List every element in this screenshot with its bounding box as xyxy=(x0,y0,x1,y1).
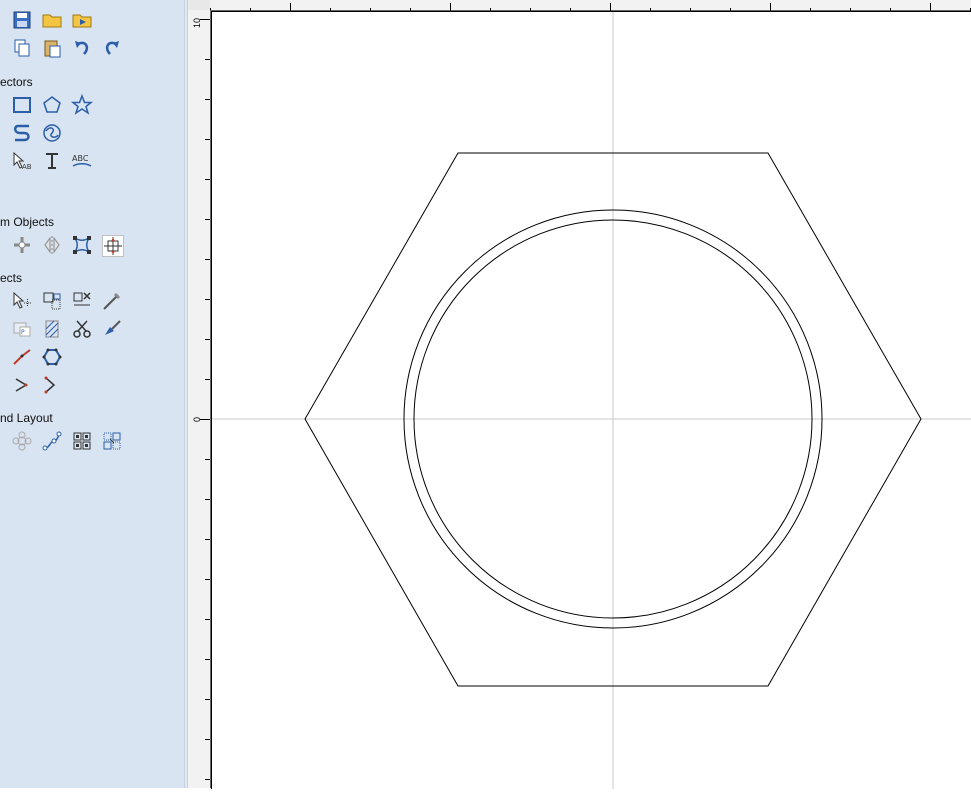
grid-icon[interactable] xyxy=(72,431,92,451)
path-icon[interactable] xyxy=(42,431,62,451)
save-icon[interactable] xyxy=(12,10,32,30)
scissors-icon[interactable] xyxy=(72,319,92,339)
delete-object-icon[interactable] xyxy=(72,291,92,311)
section-title-transform-objects: m Objects xyxy=(0,215,55,229)
ellipse-icon[interactable] xyxy=(0,95,2,115)
edit-objects-row-3 xyxy=(0,347,62,367)
star-icon[interactable] xyxy=(70,93,94,115)
curve-a-icon[interactable] xyxy=(0,375,2,395)
transform-a-icon[interactable] xyxy=(0,235,2,255)
toolbox-panel: ectors AB ABC m Objects ects P nd Layout xyxy=(0,0,184,788)
redo-icon[interactable] xyxy=(102,38,122,58)
section-title-vectors: ectors xyxy=(0,75,33,89)
triangle-icon[interactable] xyxy=(0,123,2,143)
node-edit-icon[interactable] xyxy=(0,151,2,171)
matrix-icon[interactable] xyxy=(102,431,122,451)
edit-objects-row-1 xyxy=(0,291,122,311)
trim-icon[interactable]: P xyxy=(12,319,32,339)
vertical-ruler: 10 0 xyxy=(188,10,211,788)
array-icon[interactable] xyxy=(0,431,2,451)
open-folder-icon[interactable] xyxy=(42,10,62,30)
drawing-area[interactable] xyxy=(212,12,971,789)
edit-objects-row-4 xyxy=(0,375,62,395)
cut-icon[interactable] xyxy=(0,38,2,58)
mirror-icon[interactable] xyxy=(42,235,62,255)
align-center-icon[interactable] xyxy=(102,235,124,257)
transform-objects-row xyxy=(0,235,124,257)
section-title-edit-objects: ects xyxy=(0,271,23,285)
create-vectors-row-1 xyxy=(0,93,94,115)
add-icon[interactable] xyxy=(0,291,2,311)
curve-b-icon[interactable] xyxy=(12,375,32,395)
import-icon[interactable] xyxy=(72,10,92,30)
select-nodes-icon[interactable] xyxy=(12,291,32,311)
rectangle-icon[interactable] xyxy=(12,95,32,115)
vertical-ruler-label-0: 0 xyxy=(192,416,202,422)
weld-icon[interactable] xyxy=(0,319,2,339)
drawing-canvas[interactable] xyxy=(211,11,971,789)
move-icon[interactable] xyxy=(12,235,32,255)
edit-toolbar xyxy=(0,38,122,58)
svg-text:ABC: ABC xyxy=(72,154,89,163)
group-icon[interactable] xyxy=(42,291,62,311)
hatch-icon[interactable] xyxy=(42,319,62,339)
svg-text:AB: AB xyxy=(22,163,32,171)
distort-icon[interactable] xyxy=(72,235,92,255)
undo-icon[interactable] xyxy=(72,38,92,58)
edit-objects-row-2: P xyxy=(0,319,122,339)
nest-icon[interactable] xyxy=(12,431,32,451)
pen-icon[interactable] xyxy=(0,347,2,367)
section-title-nesting-layout: nd Layout xyxy=(0,411,53,425)
open-icon[interactable] xyxy=(0,10,2,30)
select-text-icon[interactable]: AB xyxy=(12,151,32,171)
spiral-icon[interactable] xyxy=(42,123,62,143)
curve-c-icon[interactable] xyxy=(42,375,62,395)
vertical-ruler-label-10: 10 xyxy=(192,17,202,28)
polyline-icon[interactable] xyxy=(42,347,62,367)
copy-icon[interactable] xyxy=(12,38,32,58)
text-tool-icon[interactable] xyxy=(42,151,62,171)
ruler-corner xyxy=(188,0,210,10)
text-on-curve-icon[interactable]: ABC xyxy=(72,151,92,171)
paste-icon[interactable] xyxy=(42,38,62,58)
polygon-icon[interactable] xyxy=(42,95,62,115)
horizontal-ruler xyxy=(188,0,971,13)
extra-icon[interactable] xyxy=(0,179,2,199)
create-vectors-row-3: AB ABC xyxy=(0,151,92,171)
spline-icon[interactable] xyxy=(12,123,32,143)
line-edit-icon[interactable] xyxy=(12,347,32,367)
brush-icon[interactable] xyxy=(102,319,122,339)
measure-icon[interactable] xyxy=(102,291,122,311)
layout-row xyxy=(0,431,122,451)
create-vectors-row-2 xyxy=(0,123,62,143)
create-vectors-row-4 xyxy=(0,179,2,199)
svg-text:P: P xyxy=(21,329,25,336)
file-toolbar xyxy=(0,10,92,30)
vertical-ruler-ticks xyxy=(200,19,210,780)
